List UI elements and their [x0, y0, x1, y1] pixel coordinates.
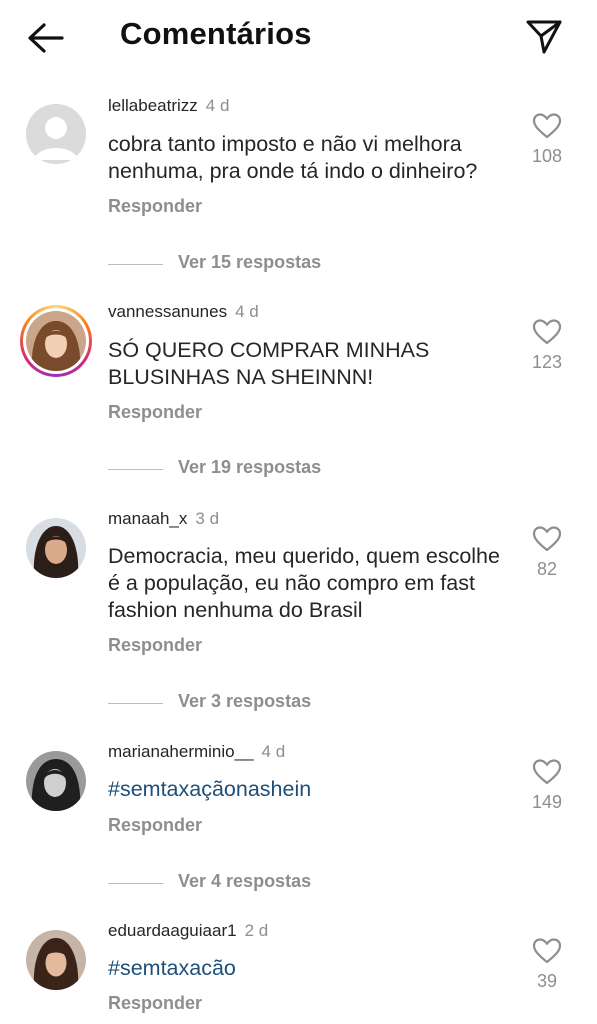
like-count: 82: [536, 559, 558, 579]
like-button[interactable]: [532, 937, 562, 965]
username[interactable]: marianaherminio__: [108, 742, 254, 761]
timestamp: 4 d: [235, 302, 259, 321]
default-avatar-icon: [26, 104, 86, 164]
username[interactable]: eduardaaguiaar1: [108, 921, 237, 940]
reply-button[interactable]: Responder: [108, 815, 202, 836]
page-title: Comentários: [120, 16, 312, 51]
like-count: 39: [536, 971, 558, 991]
avatar[interactable]: [26, 751, 86, 811]
reply-button[interactable]: Responder: [108, 402, 202, 423]
timestamp: 2 d: [244, 921, 269, 940]
view-replies-label: Ver 19 respostas: [178, 457, 322, 477]
timestamp: 3 d: [195, 509, 220, 528]
share-button[interactable]: [522, 14, 566, 58]
divider-line: [108, 469, 163, 470]
heart-icon: [532, 113, 562, 139]
avatar[interactable]: [26, 518, 86, 578]
profile-photo: [26, 930, 86, 990]
comment-header: lellabeatrizz 4 d: [108, 96, 229, 116]
hashtag-text[interactable]: #semtaxacão: [108, 955, 513, 982]
profile-photo: [26, 311, 86, 371]
heart-icon: [532, 759, 562, 785]
username[interactable]: vannessanunes: [108, 302, 227, 321]
like-button[interactable]: [532, 318, 562, 346]
reply-button[interactable]: Responder: [108, 635, 202, 656]
story-ring[interactable]: [20, 305, 92, 377]
header-bar: Comentários: [0, 0, 597, 72]
heart-icon: [532, 319, 562, 345]
view-replies-label: Ver 4 respostas: [178, 871, 312, 891]
like-count: 149: [531, 792, 563, 812]
avatar: [26, 311, 86, 371]
view-replies-label: Ver 3 respostas: [178, 691, 312, 711]
like-button[interactable]: [532, 758, 562, 786]
comment-header: eduardaaguiaar1 2 d: [108, 921, 268, 941]
like-count: 123: [531, 352, 563, 372]
username[interactable]: manaah_x: [108, 509, 187, 528]
divider-line: [108, 703, 163, 704]
hashtag-text[interactable]: #semtaxaçãonashein: [108, 776, 513, 803]
divider-line: [108, 264, 163, 265]
timestamp: 4 d: [205, 96, 230, 115]
profile-photo: [26, 751, 86, 811]
comment-header: manaah_x 3 d: [108, 509, 219, 529]
heart-icon: [532, 526, 562, 552]
comment-text: SÓ QUERO COMPRAR MINHAS BLUSINHAS NA SHE…: [108, 338, 430, 389]
arrow-left-icon: [28, 23, 64, 53]
like-count: 108: [531, 146, 563, 166]
reply-button[interactable]: Responder: [108, 196, 202, 217]
divider-line: [108, 883, 163, 884]
paper-plane-icon: [526, 20, 562, 54]
like-button[interactable]: [532, 525, 562, 553]
reply-button[interactable]: Responder: [108, 993, 202, 1014]
username[interactable]: lellabeatrizz: [108, 96, 198, 115]
comment-header: vannessanunes 4 d: [108, 302, 259, 322]
comment-text: cobra tanto imposto e não vi melhora nen…: [108, 132, 478, 183]
comment-header: marianaherminio__ 4 d: [108, 742, 285, 762]
avatar[interactable]: [26, 930, 86, 990]
comment-text: Democracia, meu querido, quem escolhe é …: [108, 544, 500, 622]
back-button[interactable]: [22, 18, 70, 58]
like-button[interactable]: [532, 112, 562, 140]
profile-photo: [26, 518, 86, 578]
view-replies-label: Ver 15 respostas: [178, 252, 322, 272]
timestamp: 4 d: [261, 742, 286, 761]
avatar[interactable]: [26, 104, 86, 164]
heart-icon: [532, 938, 562, 964]
